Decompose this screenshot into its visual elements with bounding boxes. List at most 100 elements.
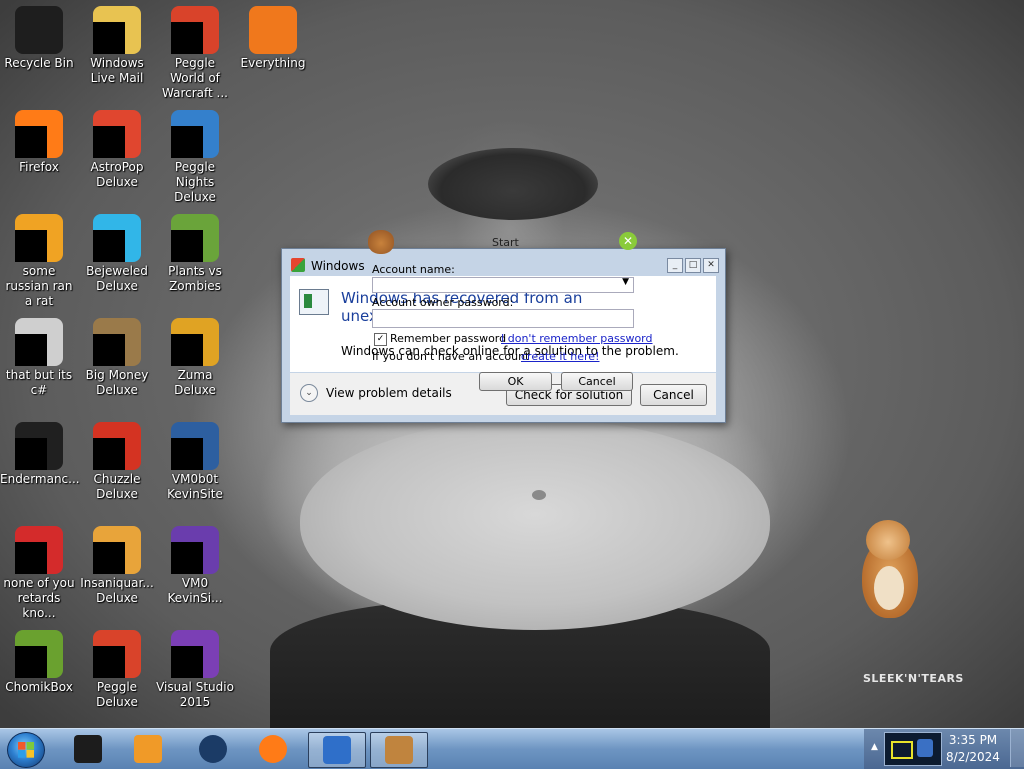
firefox-icon: [259, 735, 287, 763]
taskbar-app-check[interactable]: [308, 732, 366, 768]
owner-password-input[interactable]: [372, 309, 634, 328]
media-player-icon: [134, 735, 162, 763]
desktop-icon-label: Peggle Deluxe: [96, 680, 138, 709]
maximize-button[interactable]: □: [685, 258, 701, 273]
wallpaper-belly: [300, 420, 770, 630]
desktop-icon-label: Bejeweled Deluxe: [86, 264, 148, 293]
censor-box: [15, 334, 47, 366]
desktop-icon[interactable]: Visual Studio 2015: [156, 624, 234, 710]
peggle-nights-icon: [171, 110, 219, 158]
clock-time[interactable]: 3:35 PM: [940, 733, 1006, 747]
desktop-icon-label: AstroPop Deluxe: [90, 160, 144, 189]
desktop-icon[interactable]: Big Money Deluxe: [78, 312, 156, 398]
create-account-link[interactable]: create it here!: [521, 350, 599, 363]
taskbar-app-media[interactable]: [120, 732, 176, 766]
no-account-text: If you don't have an account -: [372, 350, 537, 363]
taskbar-app-globe[interactable]: [185, 732, 241, 766]
desktop-icon[interactable]: ChomikBox: [0, 624, 78, 695]
plants-icon: [171, 214, 219, 262]
desktop-icon[interactable]: none of you retards kno...: [0, 520, 78, 621]
desktop-icon[interactable]: that but its c#: [0, 312, 78, 398]
desktop-icon-label: Endermanc...: [0, 472, 80, 486]
vm-purple-icon: [171, 526, 219, 574]
desktop-icon[interactable]: Windows Live Mail: [78, 0, 156, 86]
desktop-icon[interactable]: Insaniquar... Deluxe: [78, 520, 156, 606]
hamster-mascot: [858, 520, 922, 620]
overlay-cancel-button[interactable]: Cancel: [561, 372, 633, 391]
desktop-icon-label: Peggle World of Warcraft ...: [162, 56, 228, 100]
globe-icon: [199, 735, 227, 763]
chuzzle-icon: [93, 422, 141, 470]
red-circle-icon: [15, 526, 63, 574]
censor-box: [171, 334, 203, 366]
desktop-icon[interactable]: AstroPop Deluxe: [78, 104, 156, 190]
desktop-icon[interactable]: VM0b0t KevinSite: [156, 416, 234, 502]
owner-password-label: Account owner password:: [372, 296, 514, 309]
show-desktop-button[interactable]: [1010, 729, 1024, 767]
terminal-icon: [15, 422, 63, 470]
censor-box: [171, 438, 203, 470]
censor-box: [93, 542, 125, 574]
desktop-icon[interactable]: some russian ran a rat: [0, 208, 78, 309]
remember-password-checkbox[interactable]: ✓: [374, 333, 387, 346]
desktop-icon-label: Chuzzle Deluxe: [93, 472, 141, 501]
censor-box: [93, 22, 125, 54]
desktop-icon[interactable]: Everything: [234, 0, 312, 71]
desktop-icon[interactable]: VM0 KevinSi...: [156, 520, 234, 606]
censor-box: [171, 646, 203, 678]
clock-date[interactable]: 8/2/2024: [940, 750, 1006, 764]
chomikbox-icon: [15, 630, 63, 678]
firefox-icon: [15, 110, 63, 158]
censor-box: [15, 126, 47, 158]
desktop-icon[interactable]: Plants vs Zombies: [156, 208, 234, 294]
show-hidden-icons-arrow-icon[interactable]: ▲: [871, 742, 878, 752]
desktop-icon-label: Visual Studio 2015: [156, 680, 234, 709]
view-problem-details[interactable]: View problem details: [326, 386, 452, 400]
tray-app-icons[interactable]: [884, 732, 942, 766]
desktop-icon[interactable]: Firefox: [0, 104, 78, 175]
zuma-icon: [171, 318, 219, 366]
desktop-icon-label: ChomikBox: [5, 680, 73, 694]
green-close-icon[interactable]: ✕: [619, 232, 637, 250]
chomikbox-icon: [385, 736, 413, 764]
censor-box: [93, 438, 125, 470]
peggle-deluxe-icon: [93, 630, 141, 678]
censor-box: [15, 542, 47, 574]
dialog-cancel-button[interactable]: Cancel: [640, 384, 707, 406]
desktop-icon[interactable]: Peggle Deluxe: [78, 624, 156, 710]
desktop-icon[interactable]: Zuma Deluxe: [156, 312, 234, 398]
expand-chevron-icon[interactable]: ⌄: [300, 384, 318, 402]
tray-blue-icon[interactable]: [917, 739, 933, 757]
dialog-title: Windows: [311, 259, 365, 273]
desktop-icon-label: that but its c#: [5, 368, 73, 397]
desktop-icon[interactable]: Endermanc...: [0, 416, 80, 487]
taskbar-app-chomikbox[interactable]: [370, 732, 428, 768]
desktop-icon[interactable]: Peggle Nights Deluxe: [156, 104, 234, 205]
overlay-ok-button[interactable]: OK: [479, 372, 552, 391]
desktop-icon[interactable]: Chuzzle Deluxe: [78, 416, 156, 502]
minimize-button[interactable]: _: [667, 258, 683, 273]
taskbar-app-firefox[interactable]: [245, 732, 301, 766]
peggle-icon: [171, 6, 219, 54]
desktop-icon[interactable]: Recycle Bin: [0, 0, 78, 71]
desktop-icon-label: Insaniquar... Deluxe: [80, 576, 154, 605]
censor-box: [171, 126, 203, 158]
account-name-dropdown[interactable]: ▼: [372, 277, 634, 293]
wallpaper-navel: [532, 490, 546, 500]
visual-studio-icon: [171, 630, 219, 678]
desktop-icon-label: some russian ran a rat: [5, 264, 73, 308]
desktop-icon[interactable]: Peggle World of Warcraft ...: [156, 0, 234, 101]
censor-box: [15, 438, 47, 470]
desktop-icon[interactable]: Bejeweled Deluxe: [78, 208, 156, 294]
taskbar-app-dark[interactable]: [60, 732, 116, 766]
astropop-icon: [93, 110, 141, 158]
start-button[interactable]: [7, 732, 45, 768]
wallpaper-hair: [428, 148, 598, 220]
checklist-icon: [323, 736, 351, 764]
desktop-icon-label: Peggle Nights Deluxe: [174, 160, 216, 204]
censor-box: [93, 230, 125, 262]
forgot-password-link[interactable]: I don't remember password: [501, 332, 653, 345]
close-button[interactable]: ✕: [703, 258, 719, 273]
tray-yellow-icon[interactable]: [891, 741, 913, 759]
vm-icon: [171, 422, 219, 470]
